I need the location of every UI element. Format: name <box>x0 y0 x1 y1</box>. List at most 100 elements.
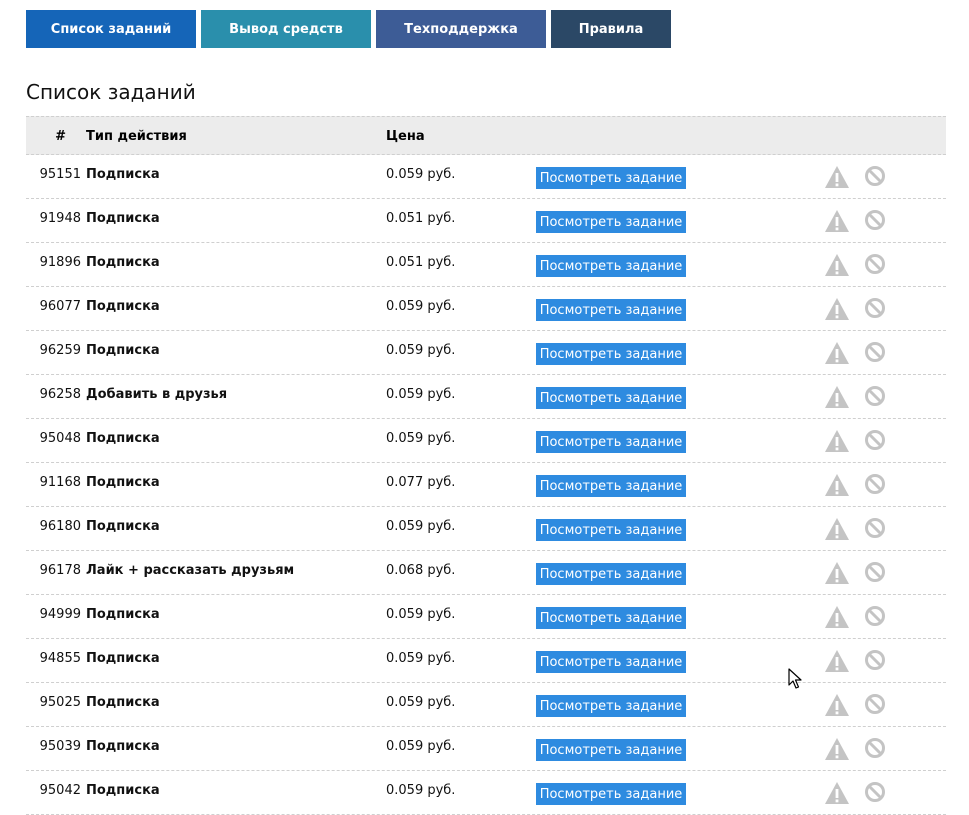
task-price: 0.059 руб. <box>386 783 456 798</box>
task-id: 94999 <box>39 607 81 622</box>
task-type: Подписка <box>86 255 160 270</box>
warning-triangle-icon[interactable] <box>824 209 850 233</box>
warning-triangle-icon[interactable] <box>824 517 850 541</box>
ban-icon[interactable] <box>864 561 886 583</box>
view-task-button[interactable]: Посмотреть задание <box>536 299 686 321</box>
warning-triangle-icon[interactable] <box>824 165 850 189</box>
task-id: 96180 <box>39 519 81 534</box>
ban-icon[interactable] <box>864 693 886 715</box>
task-type: Подписка <box>86 167 160 182</box>
task-price: 0.059 руб. <box>386 299 456 314</box>
ban-icon[interactable] <box>864 781 886 803</box>
view-task-button[interactable]: Посмотреть задание <box>536 607 686 629</box>
task-type: Подписка <box>86 519 160 534</box>
table-row: 91896 Подписка 0.051 руб. Посмотреть задани… <box>26 243 946 287</box>
task-type: Подписка <box>86 607 160 622</box>
ban-icon[interactable] <box>864 341 886 363</box>
view-task-button[interactable]: Посмотреть задание <box>536 255 686 277</box>
nav-rules-button[interactable]: Правила <box>551 10 671 48</box>
task-price: 0.051 руб. <box>386 255 456 270</box>
task-price: 0.059 руб. <box>386 343 456 358</box>
task-price: 0.059 руб. <box>386 167 456 182</box>
task-id: 96178 <box>39 563 81 578</box>
warning-triangle-icon[interactable] <box>824 297 850 321</box>
task-id: 96259 <box>39 343 81 358</box>
view-task-button[interactable]: Посмотреть задание <box>536 387 686 409</box>
warning-triangle-icon[interactable] <box>824 253 850 277</box>
task-price: 0.051 руб. <box>386 211 456 226</box>
ban-icon[interactable] <box>864 473 886 495</box>
view-task-button[interactable]: Посмотреть задание <box>536 695 686 717</box>
table-row: 96178 Лайк + рассказать друзьям 0.068 руб.… <box>26 551 946 595</box>
table-row: 91948 Подписка 0.051 руб. Посмотреть задани… <box>26 199 946 243</box>
tasks-table: # Тип действия Цена 95151 Подписка 0.059 р… <box>26 116 946 815</box>
view-task-button[interactable]: Посмотреть задание <box>536 431 686 453</box>
task-id: 91896 <box>39 255 81 270</box>
task-price: 0.077 руб. <box>386 475 456 490</box>
warning-triangle-icon[interactable] <box>824 693 850 717</box>
warning-triangle-icon[interactable] <box>824 649 850 673</box>
task-type: Подписка <box>86 651 160 666</box>
view-task-button[interactable]: Посмотреть задание <box>536 167 686 189</box>
view-task-button[interactable]: Посмотреть задание <box>536 519 686 541</box>
nav-tasks-button[interactable]: Список заданий <box>26 10 196 48</box>
task-type: Лайк + рассказать друзьям <box>86 563 295 578</box>
header-price: Цена <box>386 129 425 144</box>
ban-icon[interactable] <box>864 649 886 671</box>
view-task-button[interactable]: Посмотреть задание <box>536 651 686 673</box>
task-price: 0.059 руб. <box>386 519 456 534</box>
task-price: 0.059 руб. <box>386 431 456 446</box>
page-title: Список заданий <box>26 80 196 104</box>
table-row: 94855 Подписка 0.059 руб. Посмотреть задани… <box>26 639 946 683</box>
warning-triangle-icon[interactable] <box>824 429 850 453</box>
task-type: Подписка <box>86 739 160 754</box>
task-price: 0.068 руб. <box>386 563 456 578</box>
task-type: Подписка <box>86 211 160 226</box>
task-id: 95039 <box>39 739 81 754</box>
nav-support-button[interactable]: Техподдержка <box>376 10 546 48</box>
view-task-button[interactable]: Посмотреть задание <box>536 211 686 233</box>
warning-triangle-icon[interactable] <box>824 737 850 761</box>
table-row: 95025 Подписка 0.059 руб. Посмотреть задани… <box>26 683 946 727</box>
ban-icon[interactable] <box>864 517 886 539</box>
task-price: 0.059 руб. <box>386 739 456 754</box>
task-price: 0.059 руб. <box>386 387 456 402</box>
ban-icon[interactable] <box>864 429 886 451</box>
table-header: # Тип действия Цена <box>26 116 946 155</box>
ban-icon[interactable] <box>864 297 886 319</box>
warning-triangle-icon[interactable] <box>824 605 850 629</box>
table-row: 95042 Подписка 0.059 руб. Посмотреть задани… <box>26 771 946 815</box>
ban-icon[interactable] <box>864 385 886 407</box>
warning-triangle-icon[interactable] <box>824 341 850 365</box>
view-task-button[interactable]: Посмотреть задание <box>536 343 686 365</box>
task-type: Подписка <box>86 431 160 446</box>
table-row: 96258 Добавить в друзья 0.059 руб. Посмотре… <box>26 375 946 419</box>
task-id: 91948 <box>39 211 81 226</box>
view-task-button[interactable]: Посмотреть задание <box>536 739 686 761</box>
view-task-button[interactable]: Посмотреть задание <box>536 783 686 805</box>
task-id: 91168 <box>39 475 81 490</box>
ban-icon[interactable] <box>864 209 886 231</box>
task-type: Подписка <box>86 475 160 490</box>
nav-withdraw-button[interactable]: Вывод средств <box>201 10 371 48</box>
table-row: 95151 Подписка 0.059 руб. Посмотреть задани… <box>26 155 946 199</box>
table-row: 95048 Подписка 0.059 руб. Посмотреть задани… <box>26 419 946 463</box>
ban-icon[interactable] <box>864 605 886 627</box>
task-price: 0.059 руб. <box>386 607 456 622</box>
table-row: 96180 Подписка 0.059 руб. Посмотреть задани… <box>26 507 946 551</box>
view-task-button[interactable]: Посмотреть задание <box>536 475 686 497</box>
task-type: Подписка <box>86 343 160 358</box>
warning-triangle-icon[interactable] <box>824 561 850 585</box>
view-task-button[interactable]: Посмотреть задание <box>536 563 686 585</box>
warning-triangle-icon[interactable] <box>824 781 850 805</box>
warning-triangle-icon[interactable] <box>824 473 850 497</box>
header-type: Тип действия <box>86 129 187 144</box>
ban-icon[interactable] <box>864 165 886 187</box>
mouse-cursor-icon <box>788 668 802 689</box>
table-row: 96259 Подписка 0.059 руб. Посмотреть задани… <box>26 331 946 375</box>
ban-icon[interactable] <box>864 737 886 759</box>
header-num: # <box>55 129 66 144</box>
warning-triangle-icon[interactable] <box>824 385 850 409</box>
task-price: 0.059 руб. <box>386 695 456 710</box>
ban-icon[interactable] <box>864 253 886 275</box>
